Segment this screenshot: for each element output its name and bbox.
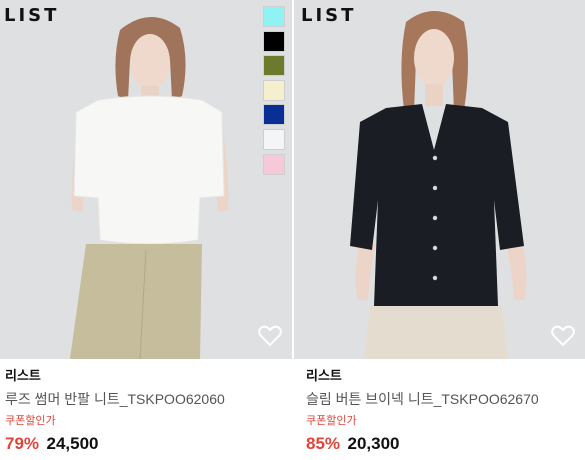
product-grid: LIST 리스트 루즈 썸머 반팔 니트_TSKPOO62060 쿠폰할인가 7… (0, 0, 585, 460)
price-row: 79% 24,500 (5, 433, 297, 456)
brand-logo: LIST (301, 5, 357, 26)
brand-logo: LIST (4, 5, 60, 26)
color-swatch-cream[interactable] (263, 79, 285, 101)
product-info: 리스트 슬림 버튼 브이넥 니트_TSKPOO62670 쿠폰할인가 85% 2… (306, 367, 585, 456)
color-swatch-list (263, 6, 285, 178)
product-image[interactable]: LIST (294, 0, 585, 359)
sale-price: 24,500 (46, 434, 99, 453)
product-info: 리스트 루즈 썸머 반팔 니트_TSKPOO62060 쿠폰할인가 79% 24… (5, 367, 297, 456)
discount-rate: 79% (5, 434, 40, 453)
brand-name[interactable]: 리스트 (306, 367, 585, 385)
product-image[interactable]: LIST (0, 0, 292, 359)
product-card[interactable]: LIST 리스트 슬림 버튼 브이넥 니트_TSKPOO62670 쿠폰할인가 … (294, 0, 585, 460)
heart-icon[interactable] (551, 325, 575, 347)
product-card[interactable]: LIST 리스트 루즈 썸머 반팔 니트_TSKPOO62060 쿠폰할인가 7… (0, 0, 292, 460)
product-title[interactable]: 슬림 버튼 브이넥 니트_TSKPOO62670 (306, 390, 585, 408)
color-swatch-navy[interactable] (263, 104, 285, 126)
coupon-label: 쿠폰할인가 (306, 415, 357, 427)
color-swatch-white[interactable] (263, 128, 285, 150)
coupon-label: 쿠폰할인가 (5, 415, 56, 427)
color-swatch-olive[interactable] (263, 55, 285, 77)
model-photo-black-cardigan (350, 11, 527, 359)
discount-rate: 85% (306, 434, 341, 453)
brand-name[interactable]: 리스트 (5, 367, 297, 385)
product-title[interactable]: 루즈 썸머 반팔 니트_TSKPOO62060 (5, 390, 297, 408)
sale-price: 20,300 (347, 434, 400, 453)
model-photo-white-knit (70, 16, 229, 359)
price-row: 85% 20,300 (306, 433, 585, 456)
color-swatch-black[interactable] (263, 30, 285, 52)
color-swatch-cyan[interactable] (263, 6, 285, 27)
heart-icon[interactable] (258, 325, 282, 347)
color-swatch-pink[interactable] (263, 153, 285, 175)
